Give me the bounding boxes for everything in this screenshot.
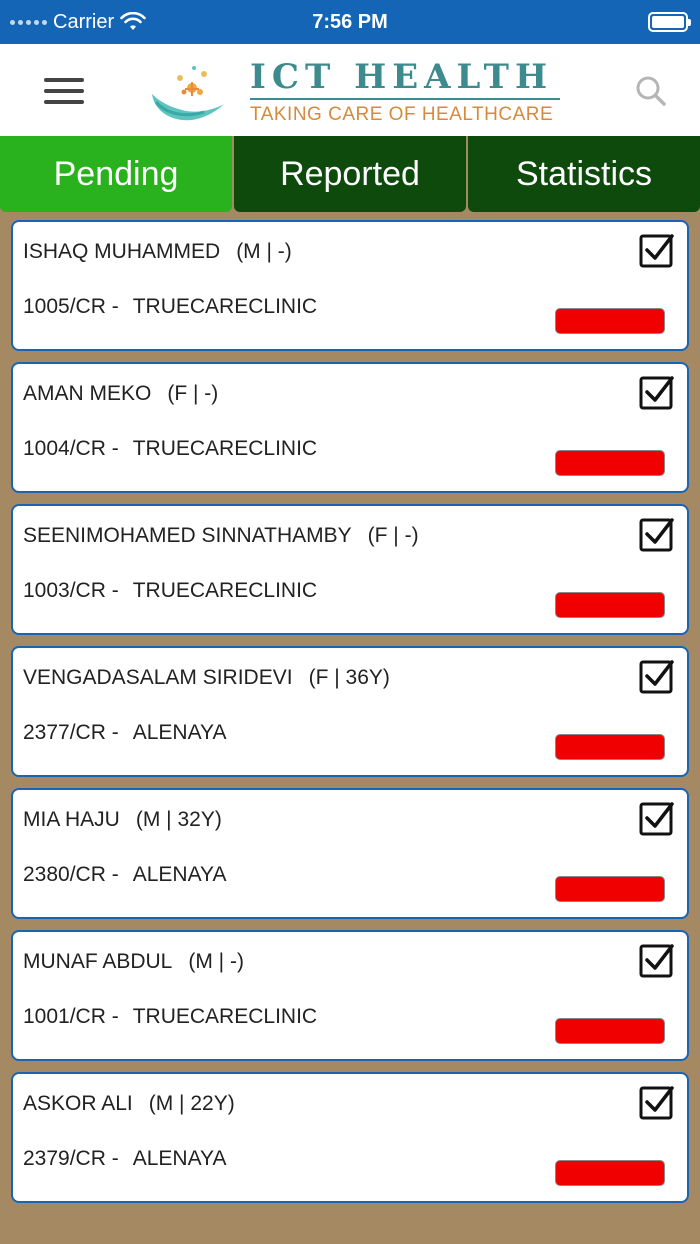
status-indicator xyxy=(555,592,665,618)
wifi-icon xyxy=(120,12,146,30)
clinic-name: TRUECARECLINIC xyxy=(132,295,318,318)
case-id: 2377/CR - xyxy=(23,721,119,744)
patient-name: ISHAQ MUHAMMED xyxy=(23,240,221,263)
search-icon[interactable] xyxy=(634,74,668,108)
patient-name: ASKOR ALI xyxy=(23,1092,133,1115)
clinic-name: ALENAYA xyxy=(132,1147,227,1170)
checkbox-checked-icon[interactable] xyxy=(639,1084,675,1120)
tab-reported[interactable]: Reported xyxy=(234,136,466,212)
checkbox-checked-icon[interactable] xyxy=(639,800,675,836)
tab-statistics[interactable]: Statistics xyxy=(468,136,700,212)
patient-card[interactable]: MUNAF ABDUL (M | -) 1001/CR - TRUECARECLIN… xyxy=(11,930,689,1061)
patient-name-line: AMAN MEKO (F | -) xyxy=(23,382,218,406)
signal-icon xyxy=(10,19,47,25)
clinic-name: ALENAYA xyxy=(132,721,227,744)
patient-name: SEENIMOHAMED SINNATHAMBY xyxy=(23,524,352,547)
patient-card[interactable]: ASKOR ALI (M | 22Y) 2379/CR - ALENAYA xyxy=(11,1072,689,1203)
checkbox-checked-icon[interactable] xyxy=(639,658,675,694)
patient-card[interactable]: SEENIMOHAMED SINNATHAMBY (F | -) 1003/CR … xyxy=(11,504,689,635)
patient-id-line: 1004/CR - TRUECARECLINIC xyxy=(23,437,317,461)
patient-name-line: MUNAF ABDUL (M | -) xyxy=(23,950,244,974)
patient-card[interactable]: ISHAQ MUHAMMED (M | -) 1005/CR - TRUECAREC… xyxy=(11,220,689,351)
logo-title: ICT HEALTH xyxy=(250,57,554,97)
patient-id-line: 2379/CR - ALENAYA xyxy=(23,1147,226,1171)
checkbox-checked-icon[interactable] xyxy=(639,516,675,552)
patient-name: VENGADASALAM SIRIDEVI xyxy=(23,666,293,689)
tab-bar: Pending Reported Statistics xyxy=(0,136,700,212)
patient-gender-age: (F | -) xyxy=(367,524,419,547)
patient-name-line: SEENIMOHAMED SINNATHAMBY (F | -) xyxy=(23,524,419,548)
case-id: 1003/CR - xyxy=(23,579,119,602)
patient-id-line: 2377/CR - ALENAYA xyxy=(23,721,226,745)
patient-name: MIA HAJU xyxy=(23,808,120,831)
clinic-name: TRUECARECLINIC xyxy=(132,1005,318,1028)
patient-gender-age: (F | -) xyxy=(167,382,219,405)
patient-name-line: MIA HAJU (M | 32Y) xyxy=(23,808,222,832)
app-logo: ICT HEALTH TAKING CARE OF HEALTHCARE xyxy=(148,52,568,132)
patient-gender-age: (M | 32Y) xyxy=(135,808,222,831)
patient-name: MUNAF ABDUL xyxy=(23,950,173,973)
logo-divider xyxy=(250,98,560,100)
case-id: 1001/CR - xyxy=(23,1005,119,1028)
patient-id-line: 2380/CR - ALENAYA xyxy=(23,863,226,887)
checkbox-checked-icon[interactable] xyxy=(639,942,675,978)
hands-logo-icon xyxy=(152,66,224,121)
tab-pending[interactable]: Pending xyxy=(0,136,232,212)
logo-text: ICT HEALTH TAKING CARE OF HEALTHCARE xyxy=(250,58,560,126)
case-id: 2380/CR - xyxy=(23,863,119,886)
case-id: 1004/CR - xyxy=(23,437,119,460)
patient-card[interactable]: MIA HAJU (M | 32Y) 2380/CR - ALENAYA xyxy=(11,788,689,919)
patient-gender-age: (M | 22Y) xyxy=(148,1092,235,1115)
checkbox-checked-icon[interactable] xyxy=(639,374,675,410)
carrier-label: Carrier xyxy=(53,10,115,33)
patient-id-line: 1003/CR - TRUECARECLINIC xyxy=(23,579,317,603)
status-indicator xyxy=(555,1160,665,1186)
clinic-name: ALENAYA xyxy=(132,863,227,886)
patient-id-line: 1005/CR - TRUECARECLINIC xyxy=(23,295,317,319)
app-header: ICT HEALTH TAKING CARE OF HEALTHCARE xyxy=(0,44,700,136)
clinic-name: TRUECARECLINIC xyxy=(132,437,318,460)
patient-name: AMAN MEKO xyxy=(23,382,152,405)
status-indicator xyxy=(555,1018,665,1044)
logo-subtitle: TAKING CARE OF HEALTHCARE xyxy=(250,104,554,125)
clinic-name: TRUECARECLINIC xyxy=(132,579,318,602)
battery-icon xyxy=(648,12,691,32)
bottom-bar xyxy=(0,1240,700,1244)
case-id: 2379/CR - xyxy=(23,1147,119,1170)
status-indicator xyxy=(555,308,665,334)
patient-card[interactable]: AMAN MEKO (F | -) 1004/CR - TRUECARECLINIC xyxy=(11,362,689,493)
patient-gender-age: (M | -) xyxy=(188,950,244,973)
status-indicator xyxy=(555,734,665,760)
patient-name-line: ISHAQ MUHAMMED (M | -) xyxy=(23,240,292,264)
status-indicator xyxy=(555,450,665,476)
status-bar: Carrier 7:56 PM xyxy=(0,0,700,44)
case-id: 1005/CR - xyxy=(23,295,119,318)
patient-gender-age: (F | 36Y) xyxy=(308,666,390,689)
patient-list: ISHAQ MUHAMMED (M | -) 1005/CR - TRUECAREC… xyxy=(0,212,700,1203)
patient-name-line: VENGADASALAM SIRIDEVI (F | 36Y) xyxy=(23,666,390,690)
patient-card[interactable]: VENGADASALAM SIRIDEVI (F | 36Y) 2377/CR -… xyxy=(11,646,689,777)
patient-gender-age: (M | -) xyxy=(236,240,292,263)
patient-name-line: ASKOR ALI (M | 22Y) xyxy=(23,1092,235,1116)
status-indicator xyxy=(555,876,665,902)
patient-id-line: 1001/CR - TRUECARECLINIC xyxy=(23,1005,317,1029)
hamburger-menu-button[interactable] xyxy=(44,78,84,104)
checkbox-checked-icon[interactable] xyxy=(639,232,675,268)
status-left: Carrier xyxy=(10,11,146,34)
